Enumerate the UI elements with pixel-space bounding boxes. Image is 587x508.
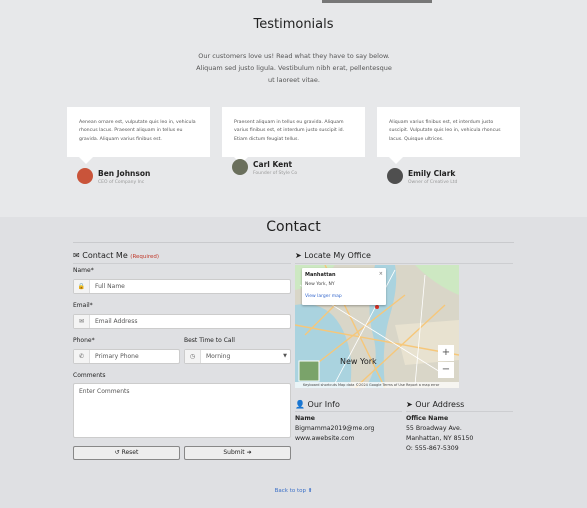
- view-larger-map-link[interactable]: View larger map: [305, 294, 342, 299]
- info-name-label: Name: [295, 415, 315, 422]
- our-address-details: Office Name 55 Broadway Ave. Manhattan, …: [406, 414, 473, 454]
- office-name-label: Office Name: [406, 415, 449, 422]
- best-time-value: Morning: [206, 353, 231, 360]
- author-role: Founder of Style Co: [253, 171, 298, 176]
- testimonials-subtitle: Our customers love us! Read what they ha…: [196, 52, 392, 84]
- contact-form-heading-text: Contact Me: [82, 251, 128, 260]
- clock-icon: ◷: [185, 350, 201, 363]
- testimonial-text: Aliquam varius finibus est, et interdum …: [389, 120, 501, 142]
- author-name: Carl Kent: [253, 160, 293, 169]
- address-phone: O: 555-867-5309: [406, 445, 459, 452]
- author-role: CEO of Company Inc: [98, 180, 145, 185]
- testimonial-card: Aenean ornare est, vulputate quis leo in…: [67, 107, 210, 164]
- zoom-out-button[interactable]: −: [438, 362, 454, 378]
- testimonial-text: Aenean ornare est, vulputate quis leo in…: [79, 120, 196, 142]
- map-info-subtitle: New York, NY: [305, 282, 335, 287]
- map-heading-text: Locate My Office: [304, 251, 371, 260]
- contact-title: Contact: [266, 219, 321, 235]
- address-street: 55 Broadway Ave.: [406, 425, 462, 432]
- name-placeholder: Full Name: [95, 283, 125, 290]
- phone-field[interactable]: ✆ Primary Phone: [73, 349, 180, 364]
- envelope-icon: ✉: [73, 251, 80, 260]
- top-bar: [0, 0, 587, 3]
- info-email: Bigmamma2019@me.org: [295, 425, 375, 432]
- our-info-details: Name Bigmamma2019@me.org www.awebsite.co…: [295, 414, 374, 444]
- lock-icon: 🔒: [74, 280, 90, 293]
- map-city-label: New York: [340, 357, 377, 366]
- phone-label: Phone*: [73, 337, 95, 344]
- our-info-heading-text: Our Info: [307, 400, 340, 409]
- name-label: Name*: [73, 267, 94, 274]
- our-address-heading: ➤ Our Address: [406, 400, 464, 409]
- name-field[interactable]: 🔒 Full Name: [73, 279, 291, 294]
- author-name: Emily Clark: [408, 169, 456, 178]
- testimonial-text: Praesent aliquam in tellus eu gravida. A…: [234, 120, 345, 142]
- map-footer: Keyboard shortcuts Map data ©2024 Google…: [295, 382, 459, 388]
- submit-button[interactable]: Submit ➜: [184, 446, 291, 460]
- testimonial-card: Praesent aliquam in tellus eu gravida. A…: [222, 107, 365, 164]
- best-time-label: Best Time to Call: [184, 337, 235, 344]
- envelope-icon: ✉: [74, 315, 90, 328]
- best-time-select[interactable]: ◷ Morning ▼: [184, 349, 291, 364]
- divider: [406, 411, 513, 412]
- avatar: [387, 168, 403, 184]
- submit-button-label: Submit: [223, 449, 245, 456]
- avatar: [77, 168, 93, 184]
- chevron-down-icon: ▼: [283, 353, 287, 359]
- divider: [295, 411, 402, 412]
- user-icon: 👤: [295, 400, 305, 409]
- our-address-heading-text: Our Address: [415, 400, 465, 409]
- phone-placeholder: Primary Phone: [95, 353, 139, 360]
- location-arrow-icon: ➤: [406, 400, 413, 409]
- email-placeholder: Email Address: [95, 318, 138, 325]
- divider: [295, 263, 513, 264]
- arrow-up-circle-icon: ⬆: [307, 488, 313, 494]
- back-to-top-text: Back to top: [274, 488, 307, 494]
- our-info-heading: 👤 Our Info: [295, 400, 340, 409]
- testimonial-author: Ben Johnson CEO of Company Inc: [77, 166, 207, 188]
- testimonials-title: Testimonials: [253, 17, 334, 32]
- phone-icon: ✆: [74, 350, 90, 363]
- reset-button[interactable]: ↺ Reset: [73, 446, 180, 460]
- info-website: www.awebsite.com: [295, 435, 355, 442]
- comments-label: Comments: [73, 372, 106, 379]
- undo-icon: ↺: [114, 449, 120, 456]
- reset-button-label: Reset: [121, 449, 139, 456]
- divider: [73, 242, 514, 243]
- address-city: Manhattan, NY 85150: [406, 435, 474, 442]
- comments-textarea[interactable]: Enter Comments: [73, 383, 291, 438]
- author-role: Owner of Creative Ltd: [408, 180, 458, 185]
- testimonial-card: Aliquam varius finibus est, et interdum …: [377, 107, 520, 164]
- arrow-right-circle-icon: ➜: [246, 449, 252, 456]
- back-to-top-link[interactable]: Back to top ⬆: [0, 488, 587, 494]
- testimonial-author: Emily Clark Owner of Creative Ltd: [387, 166, 517, 188]
- required-note: (Required): [130, 254, 160, 260]
- top-bar-segment: [322, 0, 432, 3]
- testimonial-author: Carl Kent Founder of Style Co: [232, 157, 362, 179]
- close-icon[interactable]: ×: [379, 271, 383, 277]
- email-field[interactable]: ✉ Email Address: [73, 314, 291, 329]
- divider: [73, 263, 291, 264]
- map-info-title: Manhattan: [305, 272, 336, 278]
- map-info-window: Manhattan New York, NY View larger map ×: [302, 268, 386, 305]
- location-arrow-icon: ➤: [295, 251, 302, 260]
- email-label: Email*: [73, 302, 93, 309]
- zoom-in-button[interactable]: +: [438, 345, 454, 361]
- avatar: [232, 159, 248, 175]
- contact-form-heading: ✉ Contact Me (Required): [73, 251, 159, 260]
- map-heading: ➤ Locate My Office: [295, 251, 371, 260]
- author-name: Ben Johnson: [98, 169, 151, 178]
- comments-placeholder: Enter Comments: [79, 388, 130, 395]
